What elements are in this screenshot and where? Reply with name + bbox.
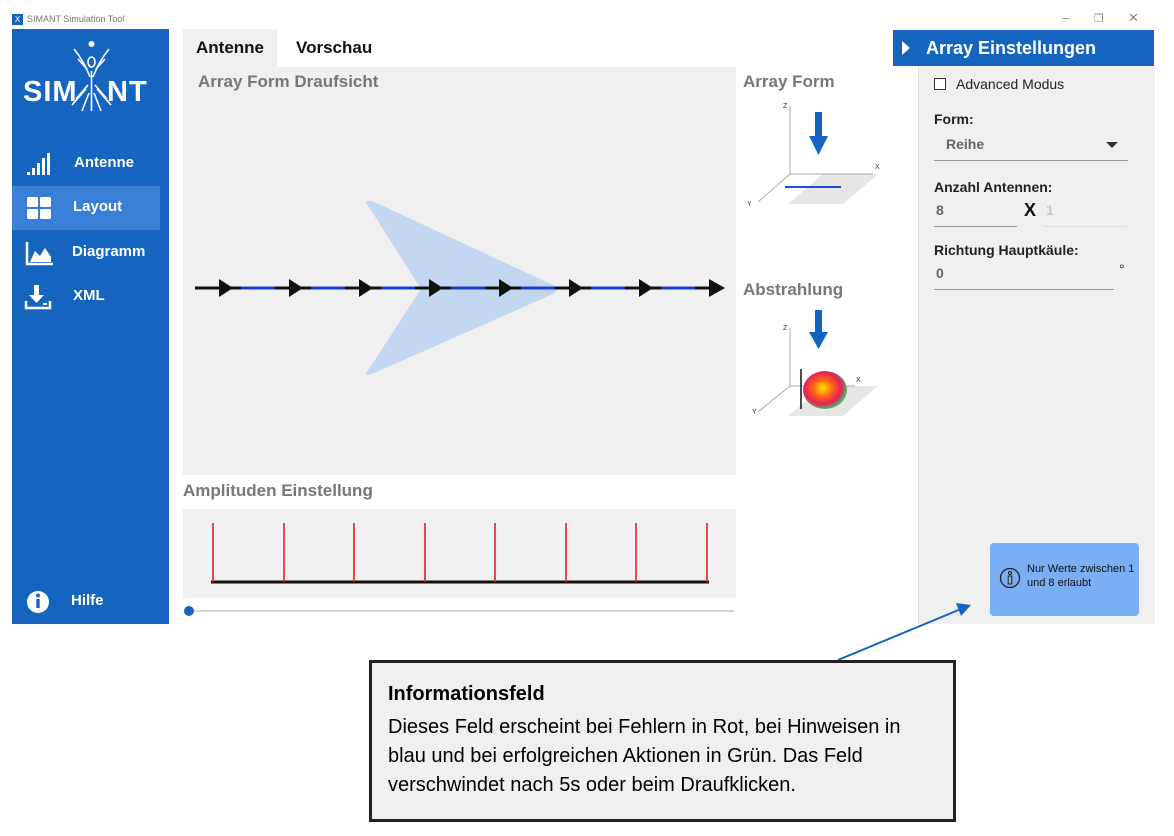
sidebar: SIM NT Antenne Layout Diagramm XML Hilfe xyxy=(12,29,169,624)
amplitude-slider-thumb[interactable] xyxy=(184,606,194,616)
axis-label-y: Y xyxy=(752,409,757,416)
info-icon xyxy=(27,591,49,613)
abstrahlung-graphic: Z X Y xyxy=(752,310,878,416)
chevron-right-icon xyxy=(902,41,910,55)
direction-unit: ° xyxy=(1119,261,1125,277)
nav-layout[interactable]: Layout xyxy=(12,186,160,230)
chevron-down-icon xyxy=(1106,142,1118,148)
nav-label: Hilfe xyxy=(71,592,104,609)
array-settings-panel: Advanced Modus Form: Reihe Anzahl Antenn… xyxy=(918,66,1155,624)
tab-vorschau[interactable]: Vorschau xyxy=(283,29,385,67)
minimize-button[interactable]: – xyxy=(1062,10,1069,25)
tab-bar: Antenne Vorschau xyxy=(183,29,893,67)
nav-xml[interactable]: XML xyxy=(12,275,169,319)
annotation-box: Informationsfeld Dieses Feld erscheint b… xyxy=(369,660,956,822)
info-notification[interactable]: Nur Werte zwischen 1 und 8 erlaubt xyxy=(990,543,1139,616)
annotation-title: Informationsfeld xyxy=(388,683,545,705)
axis-label-x: X xyxy=(875,164,880,171)
info-outline-icon xyxy=(999,567,1021,589)
antenna-count-separator: X xyxy=(1024,200,1037,220)
maximize-button[interactable]: ❐ xyxy=(1094,12,1104,25)
form-dropdown-value: Reihe xyxy=(946,136,985,152)
chart-area-icon xyxy=(25,242,53,266)
amplitude-title: Amplituden Einstellung xyxy=(183,481,373,500)
direction-value: 0 xyxy=(936,265,944,281)
window-titlebar: X SIMANT Simulation Tool – ❐ ✕ xyxy=(0,0,1174,29)
amplitude-panel xyxy=(183,509,736,598)
nav-label: Layout xyxy=(73,198,123,215)
antenna-count-x-input[interactable]: 8 xyxy=(934,200,1017,227)
window-title: SIMANT Simulation Tool xyxy=(27,14,125,24)
amplitude-slider-track[interactable] xyxy=(189,610,734,612)
array-form-graphic: Z X Y xyxy=(747,103,880,208)
download-icon xyxy=(24,285,52,310)
abstrahlung-title: Abstrahlung xyxy=(743,280,844,299)
axis-label-z: Z xyxy=(783,325,788,332)
nav-diagramm[interactable]: Diagramm xyxy=(12,231,169,275)
form-dropdown[interactable]: Reihe xyxy=(934,132,1128,161)
nav-label: Antenne xyxy=(74,154,134,171)
logo-text-right: NT xyxy=(107,76,148,108)
signal-bars-icon xyxy=(27,153,50,175)
direction-label: Richtung Hauptkäule: xyxy=(934,242,1079,258)
tab-antenne[interactable]: Antenne xyxy=(183,29,277,67)
array-settings-title: Array Einstellungen xyxy=(926,38,1097,58)
axis-label-z: Z xyxy=(783,103,788,110)
array-settings-header[interactable]: Array Einstellungen xyxy=(893,30,1154,66)
nav-label: Diagramm xyxy=(72,243,146,260)
antenna-count-label: Anzahl Antennen: xyxy=(934,179,1053,195)
antenna-count-y-value: 1 xyxy=(1046,202,1054,218)
form-label: Form: xyxy=(934,111,974,127)
radiation-pattern-lobe xyxy=(803,371,847,409)
info-notification-text: Nur Werte zwischen 1 und 8 erlaubt xyxy=(1027,563,1135,589)
amplitude-bars-graphic xyxy=(211,523,709,584)
advanced-mode-label: Advanced Modus xyxy=(956,76,1065,92)
app-icon: X xyxy=(12,14,23,25)
antenna-count-y-input[interactable]: 1 xyxy=(1043,200,1127,227)
nav-hilfe[interactable]: Hilfe xyxy=(12,580,169,624)
close-button[interactable]: ✕ xyxy=(1128,10,1139,26)
nav-label: XML xyxy=(73,287,105,304)
advanced-mode-checkbox[interactable] xyxy=(934,78,946,90)
logo-text-left: SIM xyxy=(23,76,78,108)
annotation-text: Dieses Feld erscheint bei Fehlern in Rot… xyxy=(388,716,901,796)
layout-grid-icon xyxy=(27,197,51,219)
array-top-view-panel: Array Form Draufsicht xyxy=(183,67,736,475)
axis-label-y: Y xyxy=(747,201,752,208)
direction-input[interactable]: 0 xyxy=(934,263,1114,290)
array-form-title: Array Form xyxy=(743,72,835,91)
nav-antenne[interactable]: Antenne xyxy=(12,142,169,186)
array-top-view-graphic xyxy=(195,200,725,375)
antenna-count-x-value: 8 xyxy=(936,202,944,218)
axis-label-x: X xyxy=(856,377,861,384)
simant-logo: SIM NT xyxy=(12,29,169,139)
